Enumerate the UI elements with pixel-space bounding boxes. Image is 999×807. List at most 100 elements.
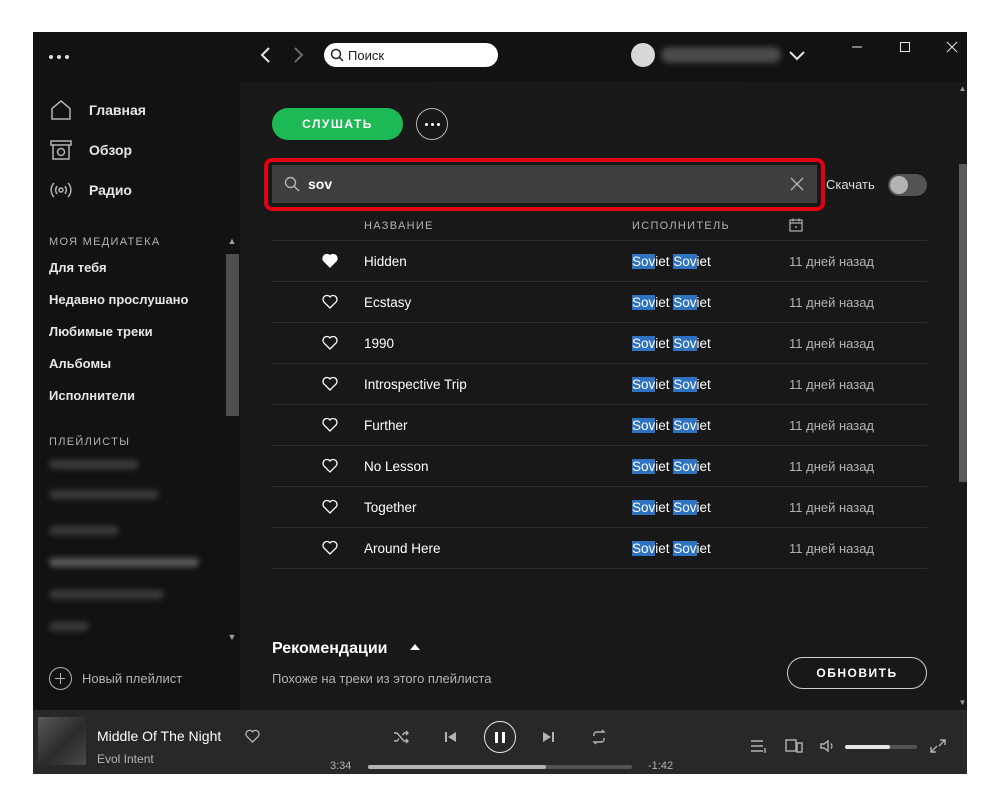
devices-icon[interactable] xyxy=(785,738,803,754)
now-playing-bar: Middle Of The Night Evol Intent 3:34 -1:… xyxy=(33,710,967,774)
refresh-button[interactable]: ОБНОВИТЬ xyxy=(787,657,927,689)
chevron-down-icon[interactable] xyxy=(788,48,806,62)
track-artist[interactable]: Soviet Soviet xyxy=(632,336,711,351)
sidebar: Главная Обзор Радио МОЯ МЕДИАТЕКА Для те… xyxy=(33,32,240,710)
queue-icon[interactable] xyxy=(750,738,768,754)
now-playing-title[interactable]: Middle Of The Night xyxy=(97,728,221,744)
blurred-playlist[interactable] xyxy=(49,526,119,535)
search-match-highlight: Sov xyxy=(673,541,697,556)
volume-slider[interactable] xyxy=(845,745,917,749)
avatar[interactable] xyxy=(631,43,655,67)
heart-outline-icon[interactable] xyxy=(322,335,338,350)
app-menu-dots-icon[interactable] xyxy=(49,52,73,62)
fullscreen-icon[interactable] xyxy=(929,738,947,754)
back-arrow-icon[interactable] xyxy=(256,45,276,65)
minimize-window-icon[interactable] xyxy=(835,32,879,62)
library-item-liked-songs[interactable]: Любимые треки xyxy=(49,324,153,339)
filter-input[interactable] xyxy=(308,176,789,192)
search-match-highlight: Sov xyxy=(673,377,697,392)
search-input[interactable] xyxy=(348,47,488,63)
playback-progress-bar[interactable] xyxy=(368,765,632,769)
sidebar-scroll-up-icon[interactable]: ▲ xyxy=(226,236,238,246)
repeat-icon[interactable] xyxy=(590,728,608,746)
blurred-playlist[interactable] xyxy=(49,490,159,499)
track-artist[interactable]: Soviet Soviet xyxy=(632,254,711,269)
track-row[interactable]: No Lesson Soviet Soviet 11 дней назад xyxy=(272,446,927,487)
playlists-section-title: ПЛЕЙЛИСТЫ xyxy=(49,436,131,448)
main-scroll-down-icon[interactable]: ▼ xyxy=(958,698,967,707)
blurred-playlist[interactable] xyxy=(49,558,199,567)
previous-track-icon[interactable] xyxy=(441,728,459,746)
heart-outline-icon[interactable] xyxy=(322,540,338,555)
search-field[interactable] xyxy=(324,43,498,67)
track-artist[interactable]: Soviet Soviet xyxy=(632,459,711,474)
download-toggle[interactable] xyxy=(888,174,927,196)
track-artist[interactable]: Soviet Soviet xyxy=(632,541,711,556)
heart-outline-icon[interactable] xyxy=(245,729,260,743)
heart-outline-icon[interactable] xyxy=(322,376,338,391)
close-window-icon[interactable] xyxy=(930,32,967,62)
sidebar-scroll-down-icon[interactable]: ▼ xyxy=(226,632,238,642)
time-remaining: -1:42 xyxy=(648,760,674,772)
column-header-title[interactable]: НАЗВАНИЕ xyxy=(364,220,434,232)
blurred-playlist[interactable] xyxy=(49,622,89,631)
track-artist[interactable]: Soviet Soviet xyxy=(632,418,711,433)
track-row[interactable]: Ecstasy Soviet Soviet 11 дней назад xyxy=(272,282,927,323)
library-item-albums[interactable]: Альбомы xyxy=(49,356,111,371)
blurred-username[interactable] xyxy=(661,47,781,63)
nav-item-browse[interactable]: Обзор xyxy=(49,138,132,162)
shuffle-icon[interactable] xyxy=(392,728,410,746)
date-added: 11 дней назад xyxy=(789,541,875,556)
heart-outline-icon[interactable] xyxy=(322,458,338,473)
forward-arrow-icon[interactable] xyxy=(288,45,308,65)
artist-text: iet xyxy=(696,336,711,351)
collapse-caret-icon[interactable] xyxy=(410,644,420,650)
blurred-playlist[interactable] xyxy=(49,460,139,469)
track-artist[interactable]: Soviet Soviet xyxy=(632,500,711,515)
nav-item-home[interactable]: Главная xyxy=(49,98,146,122)
calendar-icon[interactable] xyxy=(789,218,803,232)
artist-text: iet xyxy=(696,295,711,310)
track-row[interactable]: Further Soviet Soviet 11 дней назад xyxy=(272,405,927,446)
recommendations-title[interactable]: Рекомендации xyxy=(272,640,388,658)
track-row[interactable]: Together Soviet Soviet 11 дней назад xyxy=(272,487,927,528)
heart-outline-icon[interactable] xyxy=(322,499,338,514)
library-item-recent[interactable]: Недавно прослушано xyxy=(49,292,188,307)
track-row[interactable]: 1990 Soviet Soviet 11 дней назад xyxy=(272,323,927,364)
track-row[interactable]: Around Here Soviet Soviet 11 дней назад xyxy=(272,528,927,569)
maximize-window-icon[interactable] xyxy=(883,32,927,62)
playlist-filter-field[interactable] xyxy=(272,165,817,203)
library-item-artists[interactable]: Исполнители xyxy=(49,388,135,403)
pause-button[interactable] xyxy=(484,721,516,753)
artist-text: iet xyxy=(696,254,711,269)
heart-outline-icon[interactable] xyxy=(322,294,338,309)
nav-item-radio[interactable]: Радио xyxy=(49,178,132,202)
blurred-playlist[interactable] xyxy=(49,590,164,599)
library-item-for-you[interactable]: Для тебя xyxy=(49,260,107,275)
sidebar-scrollbar-thumb[interactable] xyxy=(226,254,239,416)
toggle-knob xyxy=(890,176,908,194)
play-button[interactable]: СЛУШАТЬ xyxy=(272,108,403,140)
track-row[interactable]: Introspective Trip Soviet Soviet 11 дней н… xyxy=(272,364,927,405)
now-playing-artist[interactable]: Evol Intent xyxy=(97,752,154,766)
volume-icon[interactable] xyxy=(819,738,837,754)
time-elapsed: 3:34 xyxy=(330,760,352,772)
search-match-highlight: Sov xyxy=(632,336,656,351)
heart-filled-icon[interactable] xyxy=(322,253,338,268)
artist-text: iet xyxy=(696,377,711,392)
new-playlist-button[interactable]: Новый плейлист xyxy=(49,666,182,690)
column-header-artist[interactable]: ИСПОЛНИТЕЛЬ xyxy=(632,220,730,232)
more-options-icon[interactable] xyxy=(416,108,448,140)
track-artist[interactable]: Soviet Soviet xyxy=(632,295,711,310)
heart-outline-icon[interactable] xyxy=(322,417,338,432)
main-scrollbar-thumb[interactable] xyxy=(959,164,967,482)
track-row[interactable]: Hidden Soviet Soviet 11 дней назад xyxy=(272,241,927,282)
clear-filter-icon[interactable] xyxy=(789,176,805,192)
date-added: 11 дней назад xyxy=(789,377,875,392)
track-artist[interactable]: Soviet Soviet xyxy=(632,377,711,392)
main-scroll-up-icon[interactable]: ▲ xyxy=(958,84,967,93)
next-track-icon[interactable] xyxy=(540,728,558,746)
radio-icon xyxy=(50,182,72,198)
volume-fill xyxy=(845,745,891,749)
album-cover[interactable] xyxy=(38,717,86,765)
